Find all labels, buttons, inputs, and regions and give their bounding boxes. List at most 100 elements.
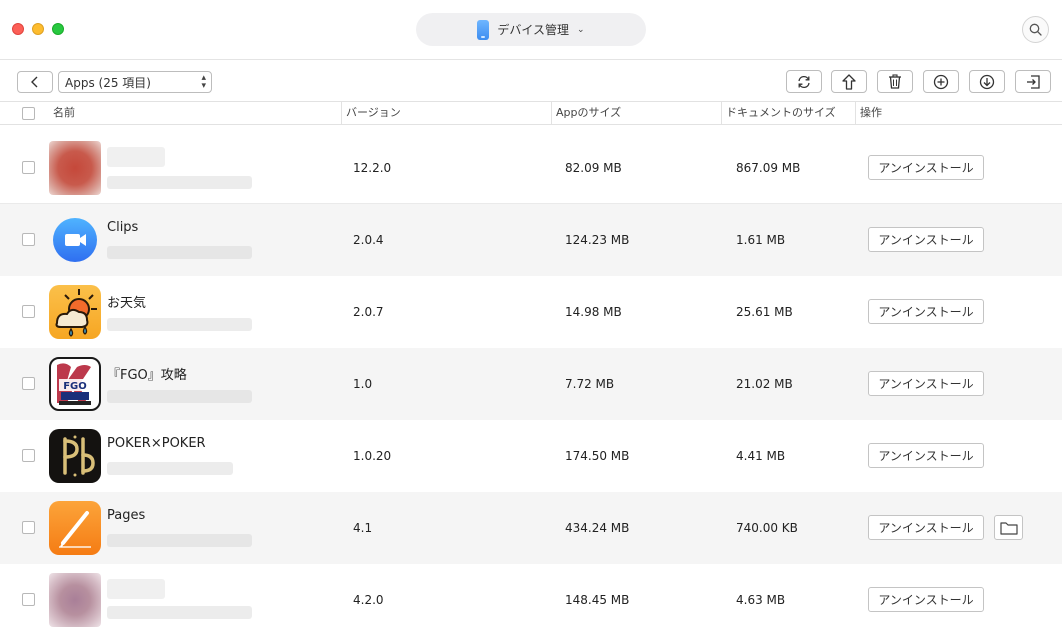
document-size: 1.61 MB — [736, 233, 786, 247]
app-size: 14.98 MB — [565, 305, 622, 319]
phone-icon — [477, 19, 490, 40]
uninstall-button[interactable]: アンインストール — [868, 443, 984, 468]
table-row[interactable]: FGO 『FGO』攻略 1.0 7.72 MB 21.02 MB アンインストー… — [0, 348, 1062, 420]
title-bar: デバイス管理 ⌄ — [0, 0, 1062, 60]
document-size: 867.09 MB — [736, 161, 801, 175]
column-header-document-size[interactable]: ドキュメントのサイズ — [721, 102, 855, 124]
zoom-window-button[interactable] — [52, 23, 64, 35]
add-button[interactable] — [923, 70, 959, 93]
blurred-app-detail — [107, 246, 252, 259]
column-header-version[interactable]: バージョン — [341, 102, 551, 124]
table-row[interactable]: 4.2.0 148.45 MB 4.63 MB アンインストール — [0, 564, 1062, 636]
document-size: 21.02 MB — [736, 377, 793, 391]
app-version: 4.1 — [353, 521, 373, 535]
chevron-left-icon — [31, 76, 38, 88]
document-size: 740.00 KB — [736, 521, 798, 535]
upload-icon — [842, 73, 856, 90]
folder-icon — [999, 521, 1018, 535]
app-version: 1.0.20 — [353, 449, 392, 463]
document-size: 4.41 MB — [736, 449, 786, 463]
table-row[interactable]: POKER×POKER 1.0.20 174.50 MB 4.41 MB アンイ… — [0, 420, 1062, 492]
row-checkbox[interactable] — [22, 449, 35, 462]
search-button[interactable] — [1022, 16, 1049, 43]
trash-icon — [889, 74, 901, 89]
blurred-app-detail — [107, 534, 252, 547]
app-size: 434.24 MB — [565, 521, 630, 535]
table-header: 名前 バージョン Appのサイズ ドキュメントのサイズ 操作 — [0, 101, 1062, 125]
export-to-device-button[interactable] — [831, 70, 867, 93]
svg-text:FGO: FGO — [63, 381, 87, 392]
download-to-computer-button[interactable] — [969, 70, 1005, 93]
poker-app-icon — [49, 429, 101, 483]
blurred-app-detail — [107, 462, 233, 475]
uninstall-button[interactable]: アンインストール — [868, 587, 984, 612]
toolbar: Apps (25 項目) ▴ ▾ — [0, 61, 1062, 101]
download-icon — [979, 74, 995, 89]
table-row[interactable]: 12.2.0 82.09 MB 867.09 MB アンインストール — [0, 132, 1062, 204]
app-name: POKER×POKER — [107, 436, 206, 451]
blurred-app-detail — [107, 318, 252, 331]
document-size: 4.63 MB — [736, 593, 786, 607]
row-checkbox[interactable] — [22, 593, 35, 606]
app-version: 4.2.0 — [353, 593, 384, 607]
row-checkbox[interactable] — [22, 161, 35, 174]
app-version: 2.0.4 — [353, 233, 384, 247]
uninstall-button[interactable]: アンインストール — [868, 515, 984, 540]
apps-category-select[interactable]: Apps (25 項目) ▴ ▾ — [58, 71, 212, 93]
app-version: 12.2.0 — [353, 161, 392, 175]
blurred-app-detail — [107, 176, 252, 189]
blurred-app-icon — [49, 141, 101, 195]
refresh-button[interactable] — [786, 70, 822, 93]
close-window-button[interactable] — [12, 23, 24, 35]
app-version: 1.0 — [353, 377, 373, 391]
column-header-name[interactable]: 名前 — [49, 102, 341, 124]
table-row[interactable]: お天気 2.0.7 14.98 MB 25.61 MB アンインストール — [0, 276, 1062, 348]
import-button[interactable] — [1015, 70, 1051, 93]
blurred-app-detail — [107, 390, 252, 403]
device-manager-label: デバイス管理 — [497, 23, 570, 37]
chevron-down-icon: ⌄ — [577, 24, 585, 35]
table-row[interactable]: Clips 2.0.4 124.23 MB 1.61 MB アンインストール — [0, 204, 1062, 276]
blurred-app-detail — [107, 606, 252, 619]
weather-app-icon — [49, 285, 101, 339]
blurred-app-name — [107, 579, 165, 599]
row-checkbox[interactable] — [22, 521, 35, 534]
row-checkbox[interactable] — [22, 305, 35, 318]
fgo-app-icon: FGO — [49, 357, 101, 411]
app-version: 2.0.7 — [353, 305, 384, 319]
app-size: 148.45 MB — [565, 593, 630, 607]
minimize-window-button[interactable] — [32, 23, 44, 35]
uninstall-button[interactable]: アンインストール — [868, 299, 984, 324]
select-arrows-icon: ▴ ▾ — [201, 73, 206, 91]
app-size: 124.23 MB — [565, 233, 630, 247]
app-name: 『FGO』攻略 — [107, 368, 187, 383]
select-all-checkbox[interactable] — [22, 107, 35, 120]
delete-button[interactable] — [877, 70, 913, 93]
uninstall-button[interactable]: アンインストール — [868, 227, 984, 252]
search-icon — [1029, 23, 1042, 36]
app-name: Clips — [107, 220, 139, 235]
row-checkbox[interactable] — [22, 377, 35, 390]
uninstall-button[interactable]: アンインストール — [868, 155, 984, 180]
pages-app-icon — [49, 501, 101, 555]
blurred-app-name — [107, 147, 165, 167]
device-manager-dropdown[interactable]: デバイス管理 ⌄ — [416, 13, 646, 46]
apps-select-value: Apps (25 項目) — [65, 75, 151, 90]
uninstall-button[interactable]: アンインストール — [868, 371, 984, 396]
app-size: 174.50 MB — [565, 449, 630, 463]
column-header-action: 操作 — [855, 102, 1062, 124]
app-size: 82.09 MB — [565, 161, 622, 175]
app-name: お天気 — [107, 296, 147, 311]
open-folder-button[interactable] — [994, 515, 1023, 540]
clips-app-icon — [49, 213, 101, 267]
document-size: 25.61 MB — [736, 305, 793, 319]
table-row[interactable]: Pages 4.1 434.24 MB 740.00 KB アンインストール — [0, 492, 1062, 564]
row-checkbox[interactable] — [22, 233, 35, 246]
back-button[interactable] — [17, 71, 53, 93]
add-icon — [933, 74, 949, 89]
refresh-icon — [798, 75, 810, 88]
app-name: Pages — [107, 508, 146, 523]
column-header-app-size[interactable]: Appのサイズ — [551, 102, 721, 124]
blurred-app-icon — [49, 573, 101, 627]
import-icon — [1027, 74, 1040, 89]
